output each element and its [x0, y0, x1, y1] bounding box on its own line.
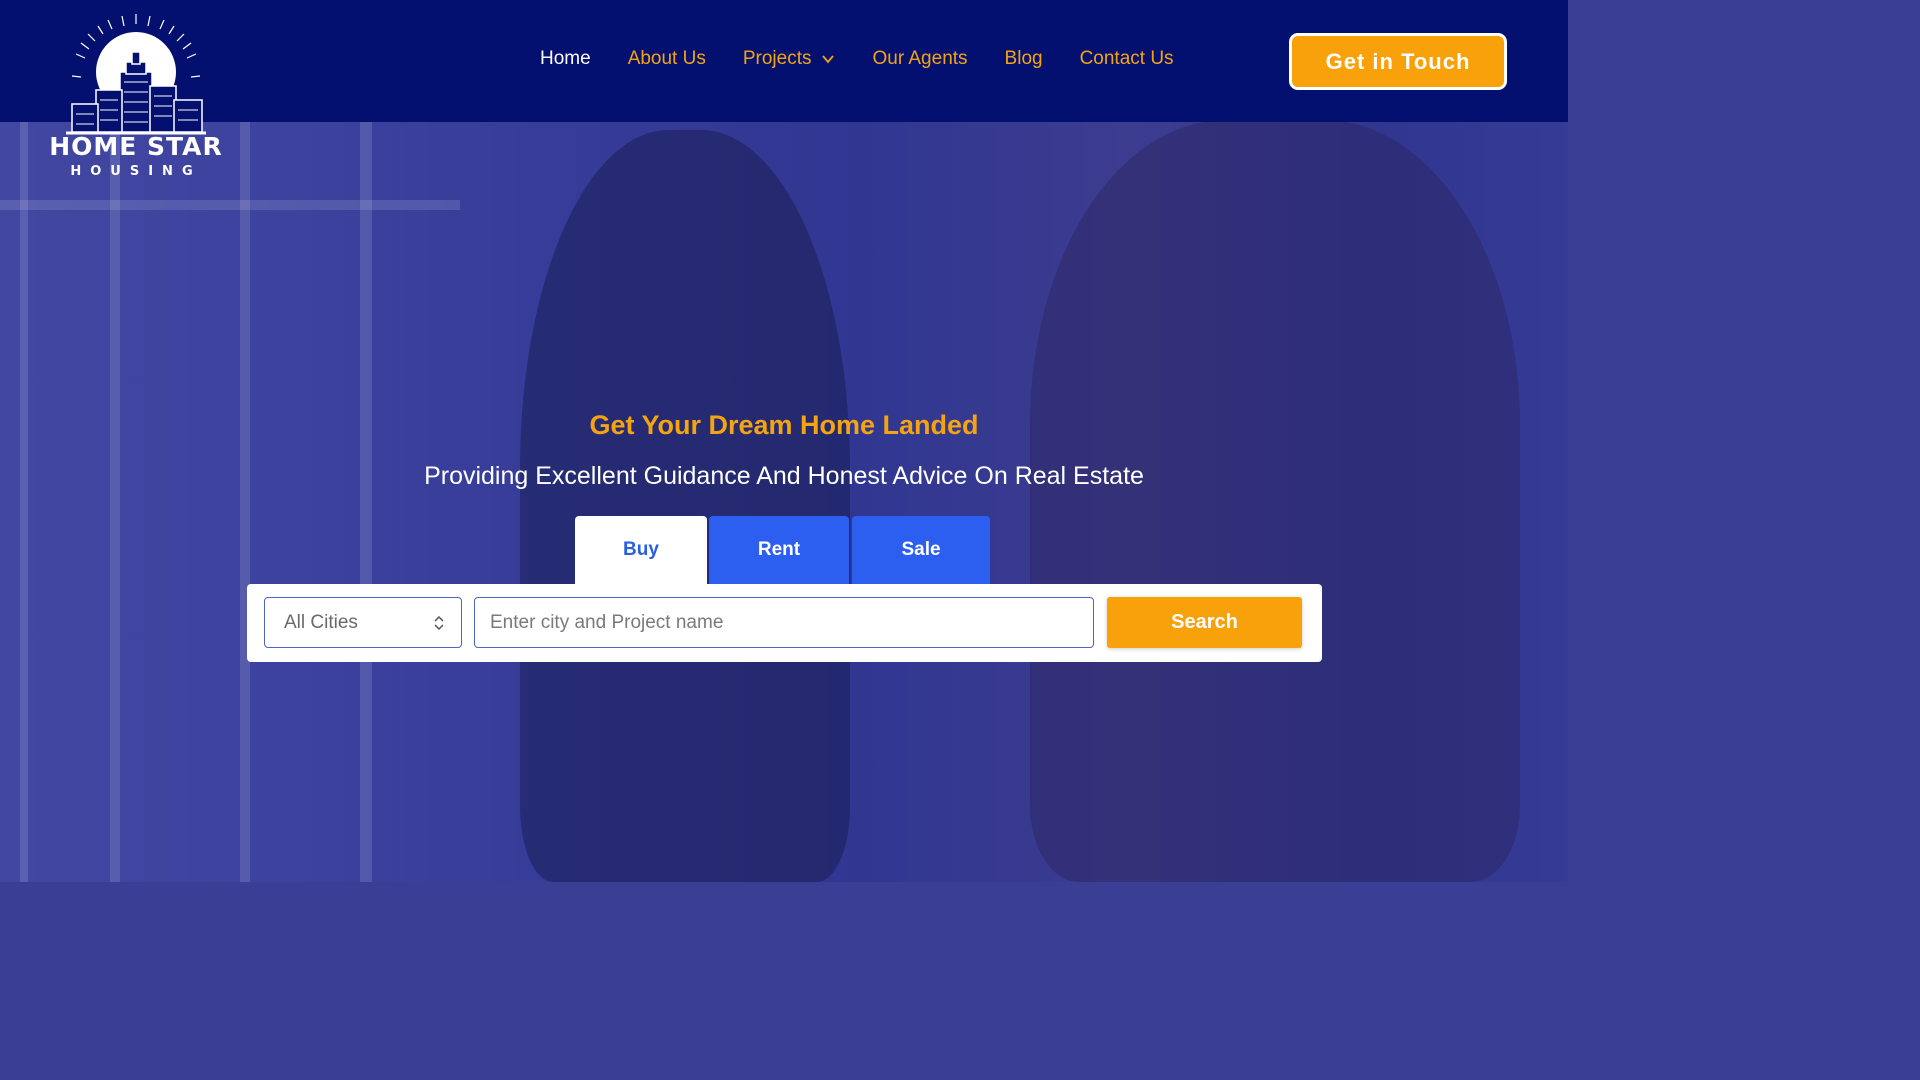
city-select-value: All Cities — [284, 611, 358, 633]
select-arrows-icon — [434, 615, 444, 631]
couple-figure — [1030, 120, 1520, 882]
window-frame — [240, 120, 250, 882]
search-panel: All Cities Search — [247, 584, 1322, 662]
city-skyline-logo-icon — [66, 14, 206, 135]
listing-type-tabs: Buy Rent Sale — [575, 516, 990, 584]
nav-item-contact-us[interactable]: Contact Us — [1080, 48, 1174, 70]
nav-item-label: Contact Us — [1079, 48, 1174, 69]
hero-headline: Get Your Dream Home Landed — [589, 410, 979, 440]
site-header: HOME STAR HOUSING Home About Us Projects… — [0, 0, 1568, 179]
main-nav: Home About Us Projects Our Agents Blog C… — [540, 48, 1211, 70]
brand-name: HOME STAR — [49, 132, 223, 161]
search-button[interactable]: Search — [1107, 597, 1302, 648]
window-frame — [0, 200, 460, 210]
hero-subheadline: Providing Excellent Guidance And Honest … — [424, 462, 1144, 490]
tab-rent[interactable]: Rent — [709, 516, 849, 584]
chevron-down-icon — [822, 55, 835, 64]
nav-item-our-agents[interactable]: Our Agents — [872, 48, 967, 70]
tab-buy[interactable]: Buy — [575, 516, 707, 584]
brand-tagline: HOUSING — [70, 164, 202, 179]
nav-item-blog[interactable]: Blog — [1005, 48, 1043, 70]
window-frame — [360, 120, 372, 882]
project-search-input[interactable] — [474, 597, 1094, 648]
nav-item-home[interactable]: Home — [540, 48, 591, 70]
city-select[interactable]: All Cities — [264, 597, 462, 648]
nav-item-label: Our Agents — [872, 48, 968, 69]
nav-item-label: Projects — [742, 48, 812, 69]
hero-background — [0, 0, 1568, 882]
nav-item-label: About Us — [627, 48, 706, 69]
window-frame — [20, 120, 28, 882]
agent-figure — [520, 130, 850, 882]
nav-item-label: Blog — [1004, 48, 1043, 69]
nav-item-label: Home — [540, 48, 591, 69]
brand-logo[interactable]: HOME STAR HOUSING — [48, 12, 224, 182]
tab-sale[interactable]: Sale — [852, 516, 990, 584]
nav-item-projects[interactable]: Projects — [743, 48, 836, 70]
get-in-touch-button[interactable]: Get in Touch — [1289, 33, 1507, 90]
nav-item-about-us[interactable]: About Us — [628, 48, 706, 70]
window-frame — [110, 120, 120, 882]
